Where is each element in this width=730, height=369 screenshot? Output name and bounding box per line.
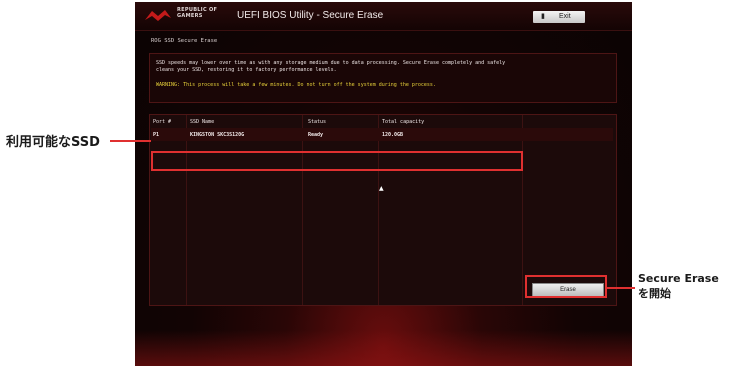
column-divider [186, 115, 187, 305]
header-status: Status [308, 119, 327, 125]
header-port: Port # [153, 119, 172, 125]
mouse-cursor-icon: ▲ [379, 185, 384, 192]
highlight-erase-button [525, 275, 607, 298]
header-ssd-name: SSD Name [190, 119, 215, 125]
column-divider [522, 115, 523, 305]
window-title: UEFI BIOS Utility - Secure Erase [237, 10, 384, 21]
bottom-glow [135, 330, 632, 366]
callout-secure-erase: Secure Erase [638, 272, 719, 285]
column-divider [302, 115, 303, 305]
exit-button[interactable]: ▮ Exit [533, 11, 585, 23]
exit-label: Exit [559, 13, 571, 20]
exit-door-icon: ▮ [541, 13, 545, 20]
rog-logo-icon [145, 10, 171, 21]
title-bar: REPUBLIC OF GAMERS UEFI BIOS Utility - S… [135, 2, 632, 31]
cell-capacity: 120.0GB [382, 132, 404, 138]
header-capacity: Total capacity [382, 119, 425, 125]
column-divider [378, 115, 379, 305]
callout-start: を開始 [638, 287, 671, 300]
bios-screen: REPUBLIC OF GAMERS UEFI BIOS Utility - S… [135, 2, 632, 366]
brand-logo: REPUBLIC OF GAMERS [177, 7, 218, 19]
highlight-ssd-row [151, 151, 523, 171]
info-message-line1: SSD speeds may lower over time as with a… [156, 60, 506, 66]
info-message-box: SSD speeds may lower over time as with a… [149, 53, 617, 103]
cell-ssd-name: KINGSTON SKC3S120G [190, 132, 245, 138]
cell-port: P1 [153, 132, 160, 138]
callout-line-right [607, 287, 635, 289]
callout-available-ssd: 利用可能なSSD [6, 135, 100, 150]
warning-message: WARNING: This process will take a few mi… [156, 82, 436, 88]
info-message-line2: cleans your SSD, restoring it to factory… [156, 67, 337, 73]
cell-status: Ready [308, 132, 324, 138]
breadcrumb: ROG SSD Secure Erase [151, 38, 218, 44]
callout-line-left [110, 140, 151, 142]
